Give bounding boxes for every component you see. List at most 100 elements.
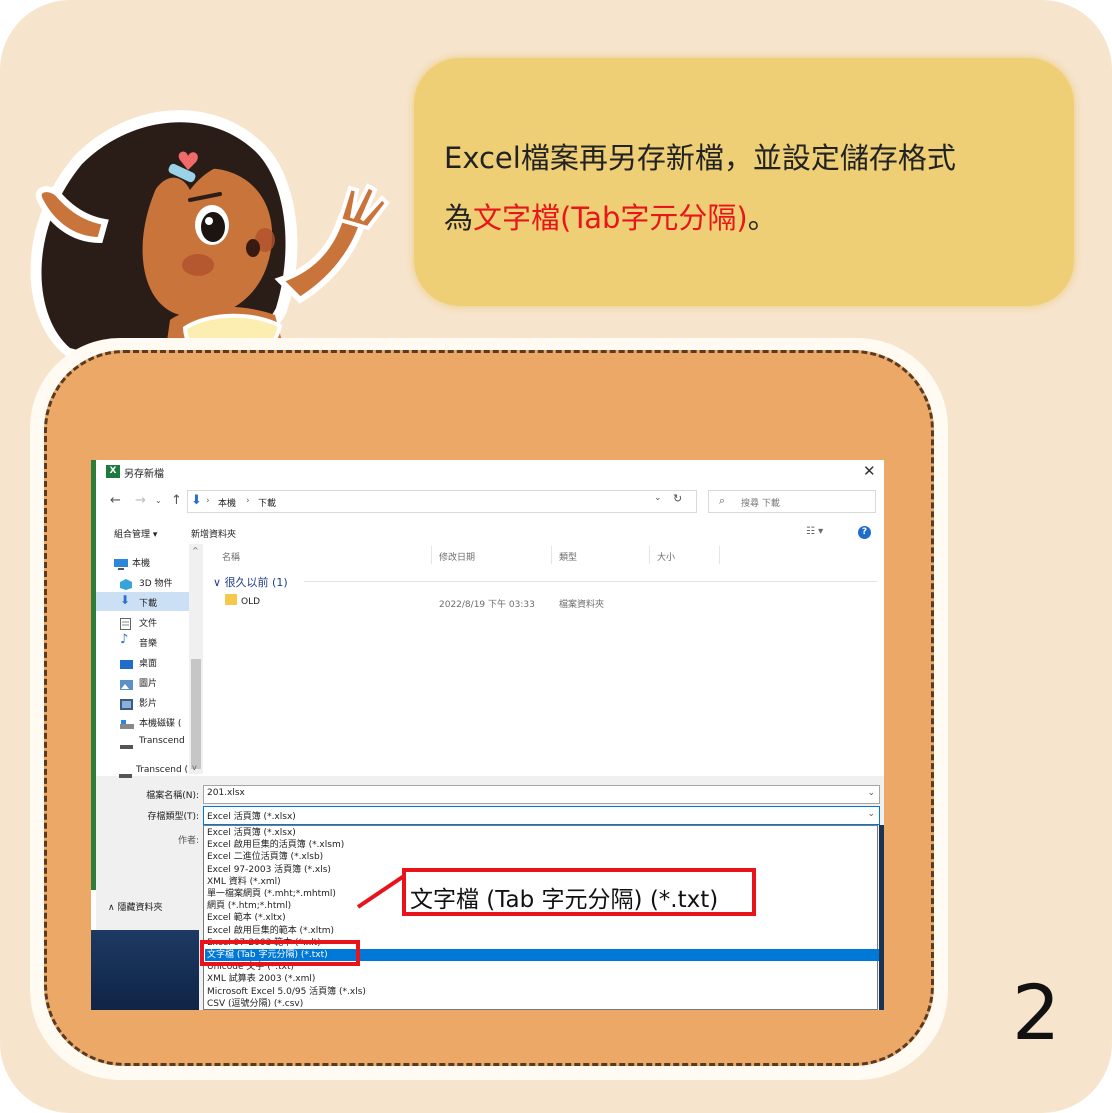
up-arrow-icon[interactable]: ↑ <box>171 493 182 508</box>
chevron-down-icon[interactable]: ⌄ <box>867 788 875 798</box>
new-folder-button[interactable]: 新增資料夾 <box>191 527 236 540</box>
filetype-option[interactable]: Excel 啟用巨集的範本 (*.xltm) <box>205 925 879 937</box>
forward-arrow-icon[interactable]: → <box>135 493 146 508</box>
filetype-option[interactable]: Excel 啟用巨集的活頁簿 (*.xlsm) <box>205 839 879 851</box>
close-button[interactable]: ✕ <box>863 462 876 480</box>
instruction-line-1: Excel檔案再另存新檔，並設定儲存格式 <box>444 141 956 175</box>
column-header-type[interactable]: 類型 <box>559 550 577 563</box>
sidebar-item-label: 本機 <box>132 559 151 569</box>
folder-icon <box>225 594 237 605</box>
background-window-strip <box>879 825 884 1010</box>
column-divider <box>719 546 720 564</box>
file-name[interactable]: OLD <box>241 597 260 607</box>
sidebar-item-transcend[interactable]: Transcend <box>96 732 194 751</box>
music-icon: ♪ <box>120 632 129 647</box>
filename-value: 201.xlsx <box>207 788 245 798</box>
file-type: 檔案資料夾 <box>559 600 605 610</box>
hide-folders-button[interactable]: ∧ 隱藏資料夾 <box>108 900 162 913</box>
breadcrumb-downloads[interactable]: 下載 <box>258 496 276 509</box>
back-arrow-icon[interactable]: ← <box>110 493 121 508</box>
refresh-icon[interactable]: ↻ <box>673 492 682 505</box>
hide-folders-label: 隱藏資料夾 <box>117 903 163 913</box>
instruction-prefix: 為 <box>444 201 474 235</box>
sidebar-item-this-pc[interactable]: 本機 <box>96 552 194 571</box>
group-divider <box>304 581 877 582</box>
address-bar[interactable]: ⬇ › 本機 › 下載 <box>187 490 697 513</box>
local-disk-icon <box>120 715 134 729</box>
sidebar-item-label: 3D 物件 <box>139 579 173 589</box>
callout-text: 文字檔 (Tab 字元分隔) (*.txt) <box>410 887 719 913</box>
column-divider <box>649 546 650 564</box>
sidebar-item-transcend-2[interactable]: Transcend ( <box>111 761 201 780</box>
sidebar-item-local-disk[interactable]: 本機磁碟 ( <box>96 712 194 731</box>
file-list: 名稱 修改日期 類型 大小 ∨ 很久以前 (1) OLD 2022/8/19 下… <box>204 544 884 776</box>
chevron-down-icon: ∨ <box>213 576 225 589</box>
sidebar-item-documents[interactable]: 文件 <box>96 612 194 631</box>
dialog-title: 另存新檔 <box>124 469 164 480</box>
group-header[interactable]: ∨ 很久以前 (1) <box>213 574 288 590</box>
search-placeholder: 搜尋 下載 <box>741 499 780 509</box>
step-number: 2 <box>1012 968 1061 1057</box>
sidebar-item-pictures[interactable]: 圖片 <box>96 672 194 691</box>
sidebar-item-label: 下載 <box>139 599 158 609</box>
scroll-up-icon[interactable]: ^ <box>192 546 199 555</box>
column-header-size[interactable]: 大小 <box>657 550 675 563</box>
author-label: 作者: <box>177 836 199 846</box>
pc-icon <box>114 555 128 570</box>
sidebar-item-downloads[interactable]: ⬇ 下載 <box>96 592 194 611</box>
sidebar-item-music[interactable]: ♪ 音樂 <box>96 632 194 651</box>
filetype-option[interactable]: Microsoft Excel 5.0/95 活頁簿 (*.xls) <box>205 986 879 998</box>
help-icon[interactable]: ? <box>858 526 871 539</box>
sidebar-item-label: 圖片 <box>139 679 158 689</box>
sidebar-item-desktop[interactable]: 桌面 <box>96 652 194 671</box>
download-icon: ⬇ <box>120 593 131 607</box>
instruction-text: Excel檔案再另存新檔，並設定儲存格式 為文字檔(Tab字元分隔)。 <box>444 128 1064 248</box>
breadcrumb-separator-icon: › <box>246 496 250 506</box>
callout-zoom: 文字檔 (Tab 字元分隔) (*.txt) <box>402 868 756 916</box>
excel-icon: X <box>106 465 120 478</box>
column-header-date[interactable]: 修改日期 <box>439 550 475 563</box>
scroll-down-icon[interactable]: v <box>192 763 197 772</box>
instruction-highlight: 文字檔(Tab字元分隔) <box>473 201 748 235</box>
filetype-option[interactable]: Excel 活頁簿 (*.xlsx) <box>205 827 879 839</box>
navigation-scrollbar[interactable]: ^ <box>189 544 203 774</box>
scrollbar-thumb[interactable] <box>191 659 201 769</box>
sidebar-item-3d-objects[interactable]: 3D 物件 <box>96 572 194 591</box>
desktop-background <box>91 930 199 1010</box>
3d-objects-icon <box>120 575 133 590</box>
filetype-label: 存檔類型(T): <box>147 812 199 822</box>
filename-label: 檔案名稱(N): <box>146 791 199 801</box>
filetype-option[interactable]: XML 試算表 2003 (*.xml) <box>205 973 879 985</box>
breadcrumb-this-pc[interactable]: 本機 <box>218 496 236 509</box>
sidebar-item-videos[interactable]: 影片 <box>96 692 194 711</box>
highlight-box <box>200 940 360 966</box>
sidebar-item-label: 音樂 <box>139 639 158 649</box>
address-dropdown-icon[interactable]: ⌄ <box>654 493 662 503</box>
pictures-icon <box>120 675 133 690</box>
sidebar-item-label: 影片 <box>139 699 158 709</box>
view-options-icon[interactable]: ☷ ▾ <box>806 526 823 537</box>
chevron-down-icon[interactable]: ⌄ <box>867 809 875 819</box>
instruction-line-2: 為文字檔(Tab字元分隔)。 <box>444 188 1064 248</box>
dialog-titlebar: X 另存新檔 ✕ <box>91 460 884 486</box>
document-icon <box>120 615 133 630</box>
filetype-option[interactable]: CSV (逗號分隔) (*.csv) <box>205 998 879 1010</box>
filetype-select[interactable]: Excel 活頁簿 (*.xlsx) ⌄ <box>203 806 880 825</box>
sidebar-item-label: 桌面 <box>139 659 158 669</box>
download-arrow-icon: ⬇ <box>191 493 202 508</box>
column-header-name[interactable]: 名稱 <box>222 550 240 563</box>
sidebar-item-label: 本機磁碟 ( <box>139 719 182 729</box>
desktop-icon <box>120 655 133 669</box>
organize-button[interactable]: 組合管理 ▾ <box>114 527 157 540</box>
recent-dropdown-icon[interactable]: ⌄ <box>155 496 162 505</box>
address-row: ← → ⌄ ↑ ⬇ › 本機 › 下載 ⌄ ↻ ⌕ 搜尋 下載 <box>91 488 884 514</box>
filetype-option[interactable]: Excel 二進位活頁簿 (*.xlsb) <box>205 851 879 863</box>
save-as-dialog: X 另存新檔 ✕ ← → ⌄ ↑ ⬇ › 本機 › 下載 ⌄ ↻ ⌕ 搜尋 下載 <box>91 460 884 1010</box>
sidebar-item-label: Transcend <box>139 736 185 746</box>
filename-input[interactable]: 201.xlsx ⌄ <box>203 785 880 804</box>
tutorial-page: Excel檔案再另存新檔，並設定儲存格式 為文字檔(Tab字元分隔)。 X 另存… <box>0 0 1112 1113</box>
search-input[interactable]: ⌕ 搜尋 下載 <box>708 490 876 513</box>
search-icon: ⌕ <box>719 494 726 507</box>
column-divider <box>431 546 432 564</box>
breadcrumb-separator-icon: › <box>206 496 210 506</box>
